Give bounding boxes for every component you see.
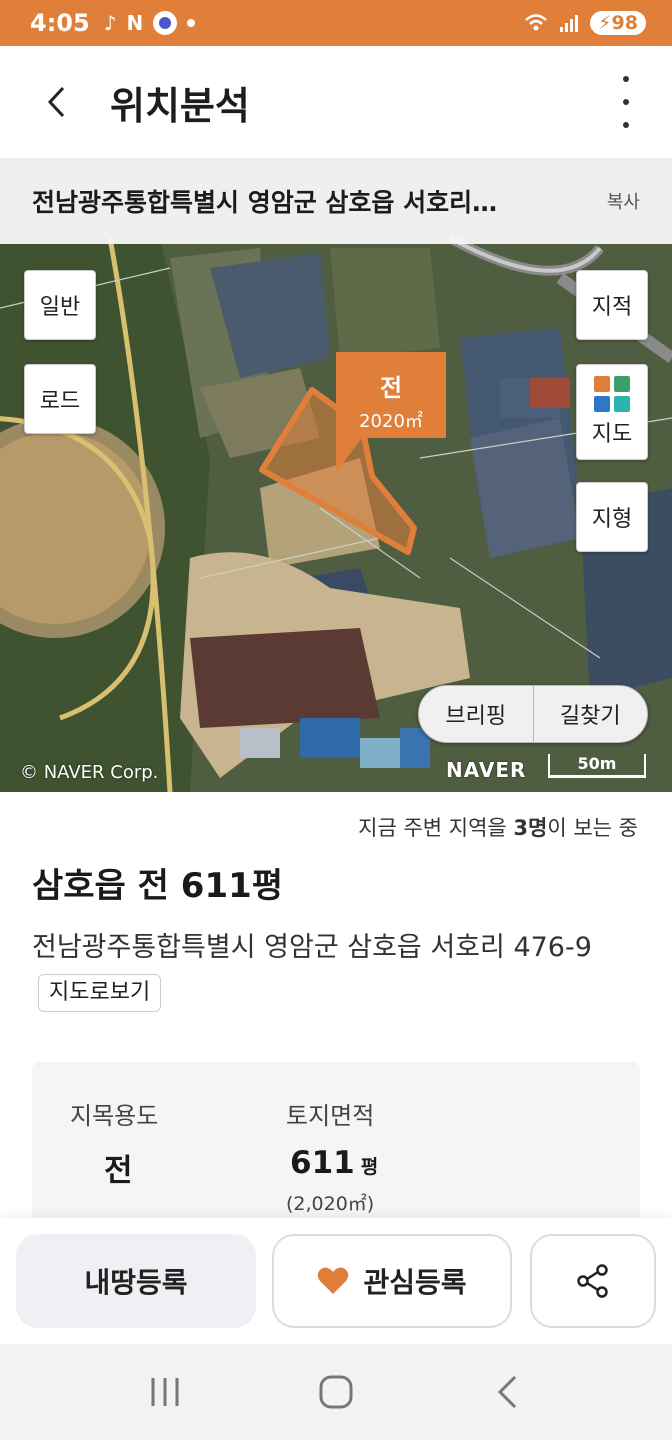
map-scale-bar: 50m [548,754,646,778]
land-area-unit: 평 [360,1156,379,1178]
map-layer-label: 지도 [591,422,633,447]
map-cadastral-button[interactable]: 지적 [576,270,648,340]
battery-level: 98 [611,12,638,34]
map-view[interactable]: 일반 로드 지적 지도 지형 전 2020㎡ 브리핑 길찾기 © NAVER C… [0,158,672,792]
home-button[interactable] [306,1362,366,1422]
map-action-pill: 브리핑 길찾기 [418,685,648,743]
bottom-action-bar: 내땅등록 관심등록 [0,1218,672,1344]
layer-swatch [594,396,610,412]
register-my-land-label: 내땅등록 [84,1266,188,1299]
address-strip: 전남광주통합특별시 영암군 삼호읍 서호리… 복사 [0,158,672,244]
land-area-value: 611 [290,1145,355,1181]
more-dot [623,99,629,105]
full-address-text: 전남광주통합특별시 영암군 삼호읍 서호리 476-9 [32,932,592,963]
home-icon [319,1375,353,1409]
map-layer-button[interactable]: 지도 [576,364,648,460]
page-title: 위치분석 [110,83,250,128]
viewer-prefix: 지금 주변 지역을 [358,816,514,840]
more-menu-button[interactable] [616,76,636,128]
land-title: 삼호읍 전 611평 [32,866,284,906]
system-nav-bar [0,1344,672,1440]
land-use-label: 지목용도 [70,1102,159,1130]
status-time: 4:05 [30,9,90,37]
address-text: 전남광주통합특별시 영암군 삼호읍 서호리… [32,188,498,217]
map-general-button[interactable]: 일반 [24,270,96,340]
land-area-value-row: 611 평 [290,1145,378,1181]
status-right-icons: ⚡98 [524,11,646,35]
map-terrain-button[interactable]: 지형 [576,482,648,552]
favorite-label: 관심등록 [363,1266,467,1299]
briefing-button[interactable]: 브리핑 [419,686,533,742]
status-left-icons: ♪ N [104,11,196,35]
signal-icon [560,15,579,32]
status-bar: 4:05 ♪ N ⚡98 [0,0,672,46]
map-layer-icon [594,376,630,412]
register-my-land-button[interactable]: 내땅등록 [16,1234,256,1328]
notification-icon: ♪ [103,11,117,35]
wifi-icon [525,14,548,31]
dot-icon [187,19,196,27]
land-area-label: 토지면적 [286,1102,375,1130]
n-app-icon: N [126,11,144,35]
land-use-column: 지목용도 전 [70,1096,158,1190]
battery-icon: ⚡98 [590,11,646,35]
layer-swatch [614,376,630,392]
back-icon [497,1375,516,1409]
recent-apps-icon [151,1378,179,1406]
copy-button[interactable]: 복사 [607,188,640,214]
recent-apps-button[interactable] [135,1362,195,1422]
back-chevron-icon [47,86,65,118]
viewer-count: 지금 주변 지역을 3명이 보는 중 [358,812,638,842]
map-road-button[interactable]: 로드 [24,364,96,434]
parcel-type: 전 [379,374,403,402]
naver-logo: NAVER [446,758,527,782]
directions-button[interactable]: 길찾기 [532,686,648,742]
layer-swatch [594,376,610,392]
share-icon [577,1264,608,1298]
land-use-value: 전 [104,1153,133,1189]
view-on-map-button[interactable]: 지도로보기 [38,973,162,1012]
favorite-button[interactable]: 관심등록 [272,1234,512,1328]
nav-back-button[interactable] [477,1362,537,1422]
land-area-sqm: (2,020㎡) [286,1193,375,1215]
parcel-label[interactable]: 전 2020㎡ [336,352,446,438]
viewer-number: 3명 [513,816,548,840]
more-vertical-icon [623,76,629,82]
viewer-suffix: 이 보는 중 [547,816,638,840]
parcel-label-pointer [336,438,362,472]
map-copyright: © NAVER Corp. [20,762,159,783]
land-area-column: 토지면적 611 평 (2,020㎡) [286,1096,378,1216]
layer-swatch [614,396,630,412]
badge-icon [153,11,178,35]
full-address: 전남광주통합특별시 영암군 삼호읍 서호리 476-9 지도로보기 [32,926,642,1014]
app-header: 위치분석 [0,46,672,158]
more-dot [623,122,629,128]
parcel-area: 2020㎡ [359,411,423,432]
share-button[interactable] [530,1234,656,1328]
heart-icon [318,1267,349,1294]
back-button[interactable] [28,74,84,130]
